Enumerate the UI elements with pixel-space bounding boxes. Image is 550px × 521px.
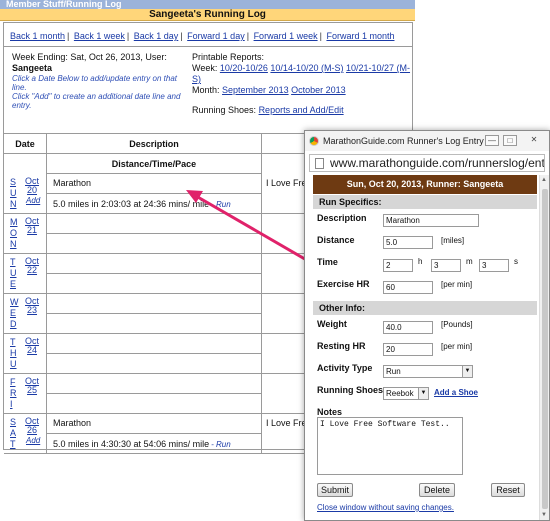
other-info-header: Other Info: [313, 300, 537, 315]
distance-label: Distance [317, 235, 355, 245]
delete-button[interactable]: Delete [419, 483, 455, 497]
form-header: Sun, Oct 20, 2013, Runner: Sangeeta [313, 175, 537, 194]
scroll-thumb[interactable] [542, 189, 548, 509]
chevron-down-icon: ▼ [462, 366, 472, 377]
submit-button[interactable]: Submit [317, 483, 353, 497]
distance-unit: [miles] [441, 236, 465, 245]
activity-type-label: Activity Type [317, 363, 373, 373]
add-shoe-link[interactable]: Add a Shoe [434, 388, 478, 397]
page-icon [315, 158, 324, 169]
weight-input[interactable]: 40.0 [383, 321, 433, 334]
resting-hr-label: Resting HR [317, 341, 366, 351]
time-hours-input[interactable]: 2 [383, 259, 413, 272]
close-window-button[interactable]: ✕ [527, 135, 541, 146]
reset-button[interactable]: Reset [491, 483, 525, 497]
weight-unit: [Pounds] [441, 320, 473, 329]
maximize-button[interactable]: □ [503, 135, 517, 146]
popup-window-title: MarathonGuide.com Runner's Log Entry F..… [323, 136, 499, 146]
activity-type-select[interactable]: Run ▼ [383, 365, 473, 378]
entry-popup-window: MarathonGuide.com Runner's Log Entry F..… [304, 130, 550, 521]
description-input[interactable]: Marathon [383, 214, 479, 227]
scroll-up-icon[interactable]: ▲ [541, 177, 547, 183]
run-specifics-header: Run Specifics: [313, 194, 537, 209]
description-label: Description [317, 213, 367, 223]
popup-scrollbar[interactable]: ▲ ▼ [539, 175, 549, 520]
distance-input[interactable]: 5.0 [383, 236, 433, 249]
chevron-down-icon: ▼ [418, 388, 428, 399]
chrome-icon [309, 136, 319, 146]
time-seconds-input[interactable]: 3 [479, 259, 509, 272]
close-without-saving-link[interactable]: Close window without saving changes. [317, 503, 454, 512]
address-url: www.marathonguide.com/runnerslog/entryfo… [330, 156, 545, 170]
exercise-hr-input[interactable]: 60 [383, 281, 433, 294]
scroll-down-icon[interactable]: ▼ [541, 512, 547, 518]
entry-form: Sun, Oct 20, 2013, Runner: Sangeeta Run … [313, 175, 537, 519]
notes-label: Notes [317, 407, 343, 417]
exercise-hr-label: Exercise HR [317, 279, 370, 289]
time-minutes-input[interactable]: 3 [431, 259, 461, 272]
address-bar[interactable]: www.marathonguide.com/runnerslog/entryfo… [309, 154, 545, 172]
minimize-button[interactable]: — [485, 135, 499, 146]
notes-textarea[interactable]: I Love Free Software Test.. [317, 417, 463, 475]
running-shoes-select[interactable]: Reebok ▼ [383, 387, 429, 400]
running-shoes-label: Running Shoes [317, 385, 383, 395]
resting-hr-input[interactable]: 20 [383, 343, 433, 356]
weight-label: Weight [317, 319, 347, 329]
time-label: Time [317, 257, 338, 267]
